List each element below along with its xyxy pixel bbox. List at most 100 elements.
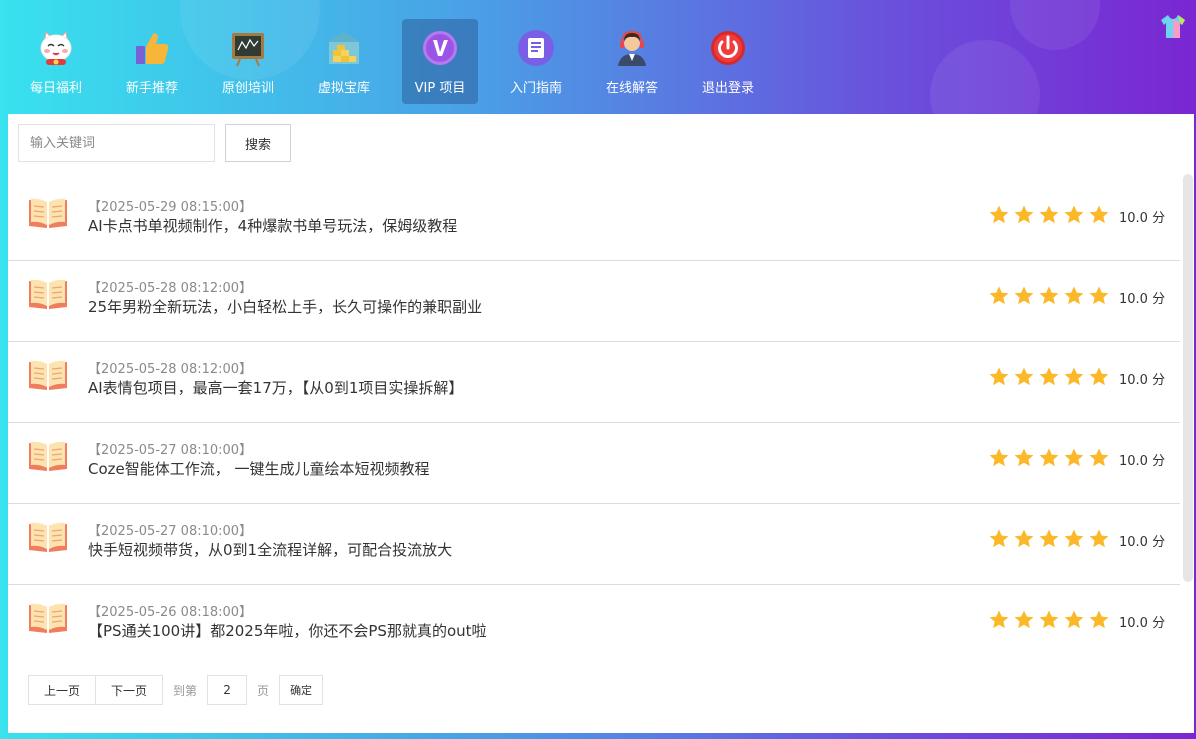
- thumbs-up-icon: [132, 28, 172, 68]
- item-date: 【2025-05-28 08:12:00】: [88, 362, 253, 377]
- item-title-link[interactable]: Coze智能体工作流， 一键生成儿童绘本短视频教程: [88, 458, 430, 479]
- item-score: 10.0 分: [1119, 373, 1166, 388]
- star-icon: [1038, 447, 1060, 469]
- search-input[interactable]: [18, 124, 215, 162]
- scrollbar[interactable]: [1183, 174, 1193, 582]
- lucky-cat-icon: [36, 28, 76, 68]
- star-rating: [988, 447, 1113, 469]
- next-page-button[interactable]: 下一页: [96, 675, 164, 705]
- item-title-link[interactable]: 快手短视频带货，从0到1全流程详解，可配合投流放大: [88, 539, 452, 560]
- star-icon: [1063, 528, 1085, 550]
- item-title-link[interactable]: 【PS通关100讲】都2025年啦，你还不会PS那就真的out啦: [88, 620, 487, 641]
- nav-item-beginner-recommend[interactable]: 新手推荐: [104, 19, 200, 104]
- star-icon: [988, 528, 1010, 550]
- nav-label: 退出登录: [701, 81, 754, 96]
- star-icon: [1088, 609, 1110, 631]
- background-decoration: [930, 40, 1040, 114]
- star-rating: [988, 285, 1113, 307]
- item-date: 【2025-05-28 08:12:00】: [88, 281, 253, 296]
- page-number-input[interactable]: [207, 675, 248, 705]
- nav-item-logout[interactable]: 退出登录: [680, 19, 776, 104]
- star-icon: [988, 285, 1010, 307]
- star-icon: [1063, 366, 1085, 388]
- theme-skin-icon[interactable]: [1158, 11, 1188, 41]
- nav-label: 在线解答: [605, 81, 658, 96]
- power-icon: [708, 28, 748, 68]
- search-button[interactable]: 搜索: [225, 124, 291, 162]
- nav-label: 每日福利: [29, 81, 82, 96]
- nav-item-daily-welfare[interactable]: 每日福利: [8, 19, 104, 104]
- item-title-link[interactable]: AI表情包项目，最高一套17万，【从0到1项目实操拆解】: [88, 377, 463, 398]
- book-icon: [27, 601, 69, 635]
- list-item[interactable]: 【2025-05-28 08:12:00】 25年男粉全新玩法，小白轻松上手，长久…: [8, 261, 1180, 342]
- item-score: 10.0 分: [1119, 616, 1166, 631]
- top-navigation: 每日福利 新手推荐 原创培训 虚拟宝库 VIP 项目 入门指南 在线解答 退出登…: [0, 0, 1196, 114]
- star-icon: [1088, 366, 1110, 388]
- nav-label: 入门指南: [509, 81, 562, 96]
- book-icon: [27, 520, 69, 554]
- pagination: 上一页 下一页 到第 页 确定: [28, 675, 324, 705]
- star-icon: [1088, 528, 1110, 550]
- item-date: 【2025-05-27 08:10:00】: [88, 443, 253, 458]
- star-rating: [988, 528, 1113, 550]
- book-icon: [27, 196, 69, 230]
- nav-label: 新手推荐: [125, 81, 178, 96]
- star-icon: [1013, 204, 1035, 226]
- nav-item-online-answers[interactable]: 在线解答: [584, 19, 680, 104]
- nav-item-getting-started[interactable]: 入门指南: [488, 19, 584, 104]
- list-item[interactable]: 【2025-05-27 08:10:00】 快手短视频带货，从0到1全流程详解，可…: [8, 504, 1180, 585]
- list-item[interactable]: 【2025-05-26 08:18:00】 【PS通关100讲】都2025年啦，你…: [8, 585, 1180, 666]
- list-item[interactable]: 【2025-05-29 08:15:00】 AI卡点书单视频制作，4种爆款书单号玩…: [8, 180, 1180, 261]
- item-score: 10.0 分: [1119, 292, 1166, 307]
- item-date: 【2025-05-27 08:10:00】: [88, 524, 253, 539]
- vip-icon: [420, 28, 460, 68]
- star-icon: [1013, 285, 1035, 307]
- item-score: 10.0 分: [1119, 454, 1166, 469]
- star-rating: [988, 204, 1113, 226]
- star-icon: [988, 447, 1010, 469]
- star-icon: [1013, 528, 1035, 550]
- star-icon: [1013, 609, 1035, 631]
- background-decoration: [1010, 0, 1100, 50]
- support-agent-icon: [612, 28, 652, 68]
- item-date: 【2025-05-29 08:15:00】: [88, 200, 253, 215]
- book-icon: [27, 277, 69, 311]
- star-icon: [1088, 285, 1110, 307]
- star-icon: [988, 609, 1010, 631]
- nav-item-original-training[interactable]: 原创培训: [200, 19, 296, 104]
- nav-menu: 每日福利 新手推荐 原创培训 虚拟宝库 VIP 项目 入门指南 在线解答 退出登…: [8, 19, 776, 104]
- star-icon: [988, 204, 1010, 226]
- item-score: 10.0 分: [1119, 535, 1166, 550]
- nav-label: 虚拟宝库: [317, 81, 370, 96]
- prev-page-button[interactable]: 上一页: [28, 675, 97, 705]
- book-icon: [27, 439, 69, 473]
- star-rating: [988, 609, 1113, 631]
- item-title-link[interactable]: AI卡点书单视频制作，4种爆款书单号玩法，保姆级教程: [88, 215, 457, 236]
- star-icon: [988, 366, 1010, 388]
- list-item[interactable]: 【2025-05-27 08:10:00】 Coze智能体工作流， 一键生成儿童绘…: [8, 423, 1180, 504]
- content-panel: 搜索 【2025-05-29 08:15:00】AI卡点书单视频制作，4种爆款书…: [8, 114, 1194, 733]
- goto-label: 到第: [173, 683, 198, 698]
- book-icon: [27, 358, 69, 392]
- item-title-link[interactable]: 25年男粉全新玩法，小白轻松上手，长久可操作的兼职副业: [88, 296, 482, 317]
- blackboard-icon: [228, 28, 268, 68]
- star-icon: [1063, 285, 1085, 307]
- guide-document-icon: [516, 28, 556, 68]
- nav-label: 原创培训: [221, 81, 274, 96]
- star-icon: [1038, 609, 1060, 631]
- star-icon: [1063, 447, 1085, 469]
- star-icon: [1063, 609, 1085, 631]
- nav-item-vip-project[interactable]: VIP 项目: [402, 19, 478, 104]
- star-icon: [1088, 204, 1110, 226]
- nav-label: VIP 项目: [414, 81, 466, 96]
- star-icon: [1063, 204, 1085, 226]
- nav-item-virtual-treasury[interactable]: 虚拟宝库: [296, 19, 392, 104]
- project-list: 【2025-05-29 08:15:00】 AI卡点书单视频制作，4种爆款书单号玩…: [8, 180, 1180, 666]
- treasure-vault-icon: [324, 28, 364, 68]
- star-rating: [988, 366, 1113, 388]
- confirm-page-button[interactable]: 确定: [279, 675, 324, 705]
- list-item[interactable]: 【2025-05-28 08:12:00】 AI表情包项目，最高一套17万，【从0…: [8, 342, 1180, 423]
- star-icon: [1013, 447, 1035, 469]
- star-icon: [1088, 447, 1110, 469]
- item-score: 10.0 分: [1119, 211, 1166, 226]
